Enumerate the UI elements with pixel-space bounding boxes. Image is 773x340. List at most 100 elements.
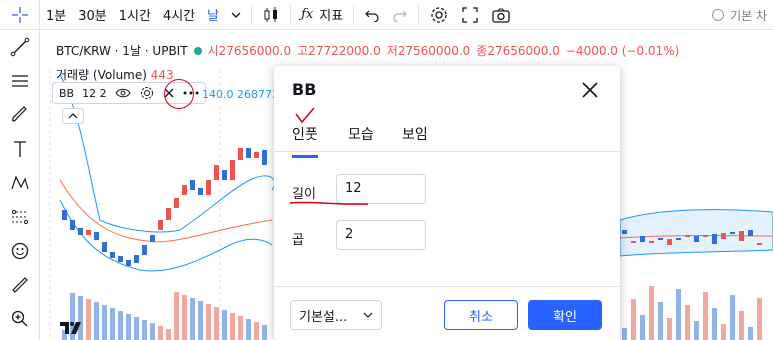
chart-type-button[interactable] — [256, 0, 286, 30]
divider — [353, 4, 355, 25]
redo-icon — [393, 10, 408, 22]
volume-bar — [685, 305, 690, 340]
settings-button[interactable] — [423, 0, 455, 30]
text-tool[interactable] — [0, 132, 39, 166]
chevron-down-icon — [231, 12, 241, 18]
fib-icon — [11, 209, 28, 225]
horizontal-lines-tool[interactable] — [0, 64, 39, 98]
ohlc-open: 시27656000.0 — [207, 44, 292, 58]
volume-bar — [748, 327, 753, 340]
volume-legend: 거래량 (Volume) 443 — [56, 66, 174, 83]
candle — [198, 188, 203, 195]
ruler-tool[interactable] — [0, 268, 39, 302]
interval-day[interactable]: 날 — [201, 0, 225, 30]
ohlc-high: 고27722000.0 — [297, 44, 381, 58]
candle — [262, 150, 267, 165]
volume-bar — [230, 313, 235, 340]
multiplier-input[interactable]: 2 — [336, 220, 426, 250]
candle — [658, 238, 663, 240]
interval-dropdown[interactable] — [225, 0, 247, 30]
volume-bar — [94, 302, 99, 340]
volume-bar — [158, 326, 163, 340]
symbol-legend: BTC/KRW · 1날 · UPBIT 시27656000.0 고277220… — [56, 42, 679, 59]
fib-tool[interactable] — [0, 200, 39, 234]
gear-icon[interactable] — [139, 85, 155, 101]
fx-icon: ƒx — [301, 7, 314, 22]
chevron-down-icon — [363, 312, 373, 318]
volume-bar — [649, 286, 654, 340]
fullscreen-button[interactable] — [455, 0, 485, 30]
candle — [649, 241, 654, 243]
compare-radio[interactable] — [712, 9, 725, 21]
candle — [238, 148, 243, 160]
candle — [62, 210, 67, 220]
candle — [182, 185, 187, 195]
fullscreen-icon — [462, 6, 478, 23]
candle — [134, 255, 139, 263]
candles-icon — [264, 6, 278, 22]
candle — [110, 252, 115, 258]
candle — [254, 152, 259, 158]
undo-button[interactable] — [358, 0, 386, 30]
interval-30m[interactable]: 30분 — [72, 0, 113, 30]
annotation-underline — [289, 201, 369, 205]
volume-bar — [182, 295, 187, 340]
tab-inputs[interactable]: 인풋 — [292, 124, 318, 158]
interval-1m[interactable]: 1분 — [40, 0, 72, 30]
market-status-dot — [193, 46, 202, 55]
volume-bar — [622, 328, 627, 340]
volume-bar — [142, 320, 147, 340]
brush-tool[interactable] — [0, 98, 39, 132]
ok-button[interactable]: 확인 — [528, 300, 602, 330]
candle — [676, 238, 681, 240]
trend-line-icon — [10, 37, 29, 57]
snapshot-button[interactable] — [485, 0, 517, 30]
candle — [94, 232, 99, 240]
text-icon — [13, 141, 26, 157]
cancel-button[interactable]: 취소 — [444, 300, 518, 330]
undo-icon — [365, 10, 379, 22]
volume-label: 거래량 (Volume) — [56, 68, 147, 82]
close-icon[interactable] — [580, 80, 600, 100]
trend-line-tool[interactable] — [0, 30, 39, 64]
redo-button[interactable] — [386, 0, 414, 30]
bb-params: 12 2 — [82, 86, 107, 100]
bb-values: 140.0 268773 — [202, 88, 279, 101]
pattern-tool[interactable] — [0, 166, 39, 200]
tab-style[interactable]: 모습 — [348, 124, 374, 144]
divider — [274, 286, 620, 287]
horizontal-lines-icon — [11, 75, 28, 87]
volume-bar — [721, 324, 726, 340]
annotation-check-mark — [295, 108, 315, 124]
candle — [158, 220, 163, 230]
candle — [206, 180, 211, 195]
gear-icon — [431, 6, 447, 23]
volume-bar — [658, 302, 663, 340]
emoji-tool[interactable] — [0, 234, 39, 268]
tab-visibility[interactable]: 보임 — [402, 124, 428, 144]
defaults-dropdown[interactable]: 기본설... — [290, 300, 382, 330]
candle — [222, 170, 227, 180]
crosshair-tool[interactable] — [0, 0, 40, 30]
candle — [730, 232, 735, 234]
candle — [739, 231, 744, 241]
candle — [748, 230, 753, 236]
volume-bar — [102, 305, 107, 340]
collapse-legend-button[interactable] — [62, 108, 84, 124]
zoom-tool[interactable] — [0, 302, 39, 336]
ohlc-close: 종27656000.0 — [476, 44, 560, 58]
volume-bar — [703, 292, 708, 340]
interval-4h[interactable]: 4시간 — [157, 0, 201, 30]
candle — [78, 228, 83, 235]
candle — [126, 260, 131, 266]
interval-1h[interactable]: 1시간 — [113, 0, 157, 30]
volume-bar — [126, 314, 131, 340]
indicators-button[interactable]: ƒx 지표 — [295, 0, 349, 30]
volume-bar — [730, 295, 735, 340]
ohlc-low: 저27560000.0 — [386, 44, 471, 58]
candle — [631, 241, 636, 243]
eye-icon[interactable] — [115, 87, 131, 99]
candle — [142, 245, 147, 255]
volume-bar — [694, 321, 699, 340]
symbol-label[interactable]: BTC/KRW · 1날 · UPBIT — [56, 42, 188, 59]
